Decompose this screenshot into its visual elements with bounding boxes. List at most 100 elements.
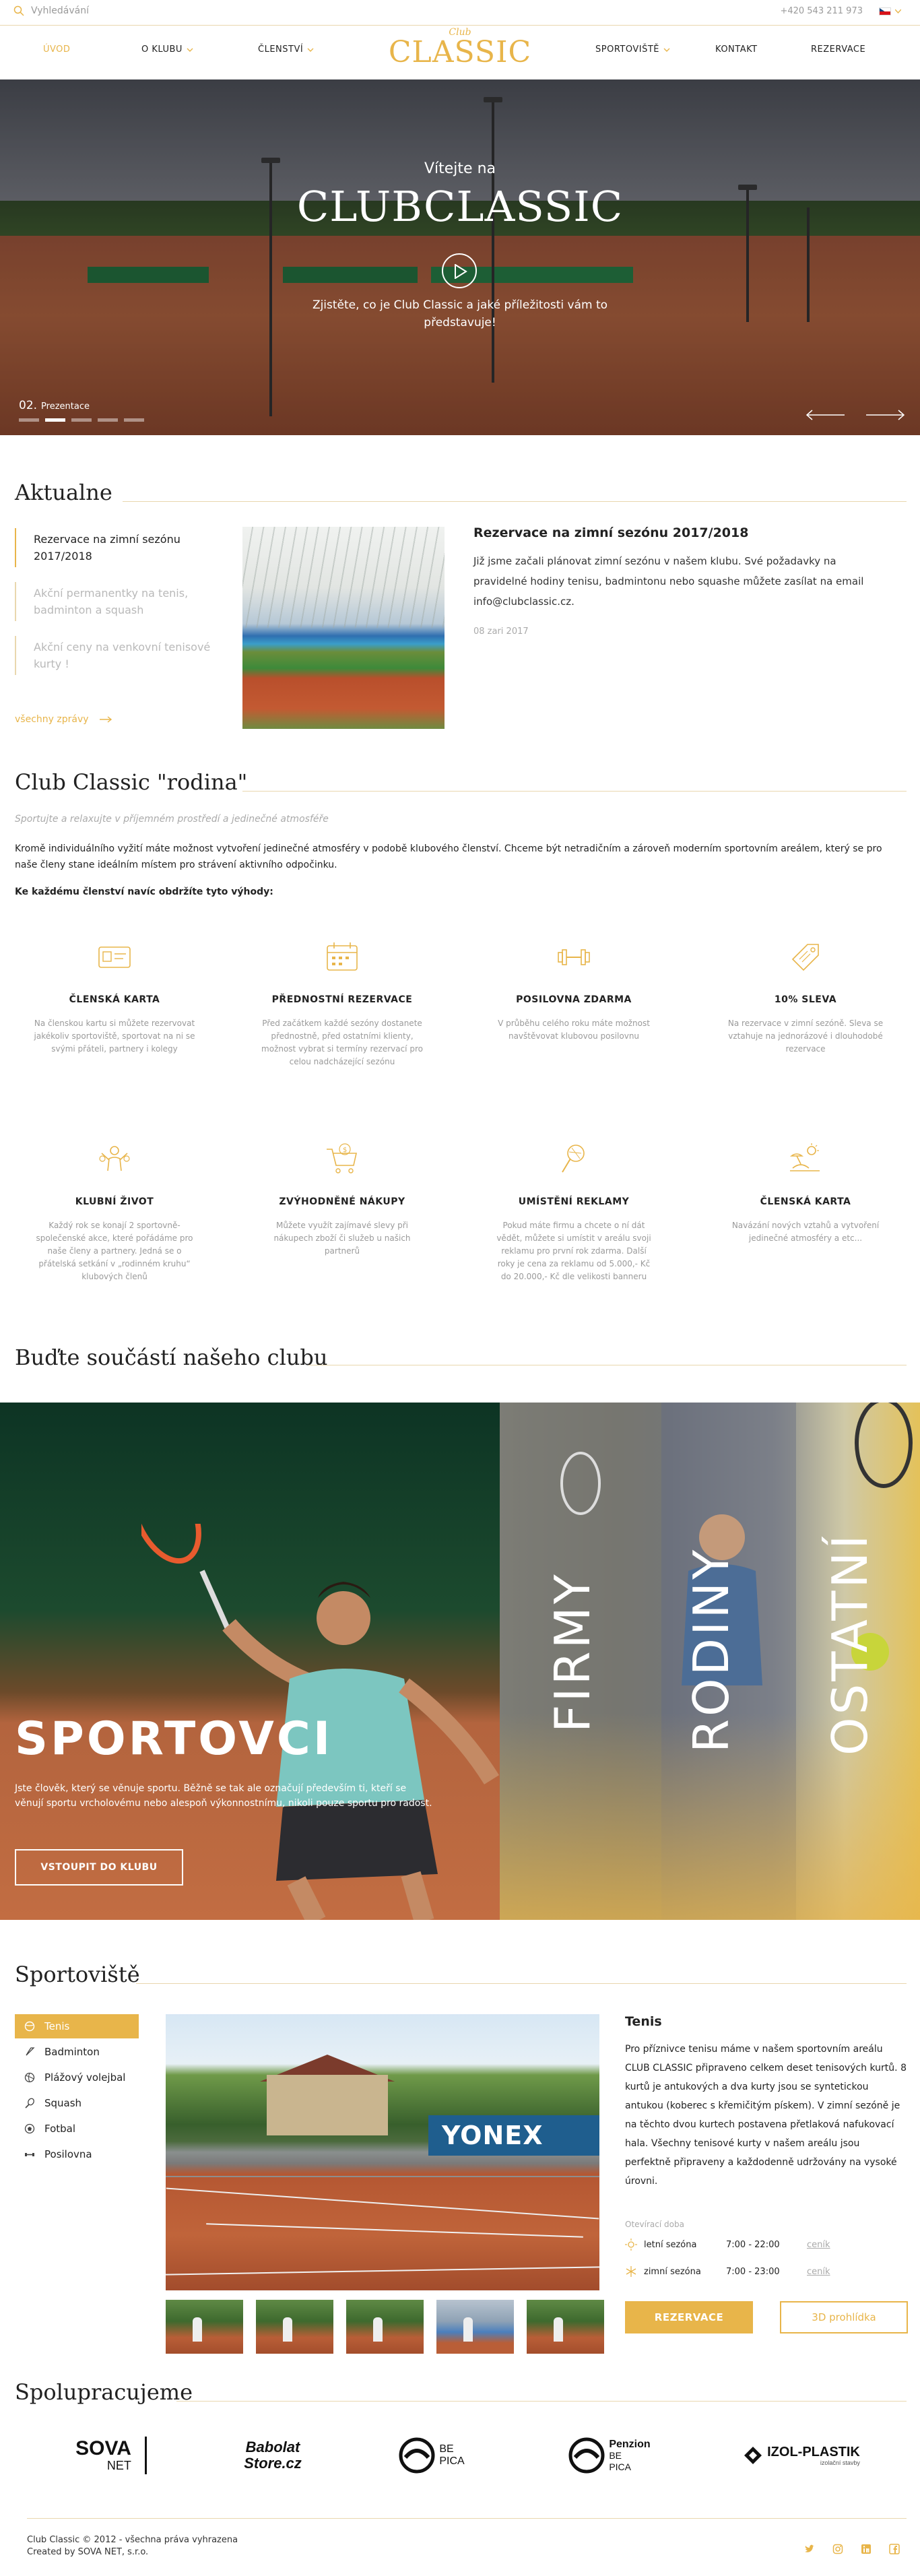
search-icon[interactable] (13, 5, 24, 16)
join-sportovci-panel[interactable]: SPORTOVCI Jste člověk, který se věnuje s… (0, 1403, 500, 1920)
instagram-icon[interactable] (832, 2544, 843, 2554)
slide-indicator[interactable] (71, 418, 92, 422)
chevron-down-icon (187, 48, 193, 52)
bepica-emblem-icon (399, 2437, 435, 2474)
relax-icon (789, 1143, 820, 1171)
venue-item-badminton[interactable]: Badminton (15, 2040, 139, 2064)
reservation-button[interactable]: REZERVACE (625, 2301, 753, 2333)
search-box[interactable]: Vyhledávání (13, 5, 89, 16)
news-item[interactable]: Rezervace na zimní sezónu 2017/2018 (15, 528, 217, 567)
sportovci-label: SPORTOVCI (15, 1712, 333, 1766)
price-list-link[interactable]: ceník (807, 2267, 830, 2277)
venue-thumbnail[interactable] (346, 2300, 424, 2354)
all-news-link[interactable]: všechny zprávy (15, 714, 112, 725)
news-item[interactable]: Akční ceny na venkovní tenisové kurty ! (15, 636, 217, 675)
partner-logo-bepica[interactable]: BE PICA (381, 2432, 482, 2479)
megaphone-icon (562, 1145, 585, 1173)
language-selector[interactable] (879, 7, 901, 15)
chevron-down-icon (895, 9, 901, 13)
news-detail-title: Rezervace na zimní sezónu 2017/2018 (473, 525, 749, 540)
benefit-card: KLUBNÍ ŽIVOT Každý rok se konají 2 sporto… (34, 1141, 195, 1283)
footer-created-by[interactable]: Created by SOVA NET, s.r.o. (27, 2546, 238, 2558)
partner-logo-babolat[interactable]: Babolat Store.cz (222, 2432, 323, 2479)
partners-title: Spolupracujeme (15, 2379, 193, 2405)
snowflake-icon (626, 2266, 636, 2277)
footer: Club Classic © 2012 - všechna práva vyhr… (27, 2534, 238, 2558)
news-item[interactable]: Akční permanentky na tenis, badminton a … (15, 582, 217, 621)
venues-menu: Tenis Badminton Plážový volejbal Squash … (15, 2014, 139, 2168)
venue-detail-title: Tenis (625, 2014, 662, 2029)
facebook-icon[interactable] (889, 2544, 900, 2554)
search-input[interactable]: Vyhledávání (31, 5, 89, 16)
venue-item-posilovna[interactable]: Posilovna (15, 2142, 139, 2166)
divider (123, 501, 907, 502)
twitter-icon[interactable] (804, 2544, 815, 2554)
chevron-down-icon (663, 48, 670, 52)
chevron-down-icon (307, 48, 314, 52)
venue-thumbnail[interactable] (527, 2300, 604, 2354)
dumbbell-icon (558, 949, 590, 965)
benefit-card: PŘEDNOSTNÍ REZERVACE Před začátkem každé … (261, 939, 423, 1068)
season-row: zimní sezóna 7:00 - 23:00 ceník (625, 2265, 830, 2278)
partners-logos: SOVA NET Babolat Store.cz BE PICA Penzion… (0, 2432, 920, 2492)
play-video-button[interactable] (442, 253, 477, 288)
nav-kontakt[interactable]: KONTAKT (715, 44, 758, 55)
play-icon (455, 264, 467, 279)
partner-logo-izol-plastik[interactable]: IZOL-PLASTIK izolační stavby (734, 2432, 869, 2479)
badminton-icon (26, 2047, 35, 2056)
join-title: Buďte součástí našeho clubu (15, 1345, 328, 1370)
arrow-right-icon[interactable] (865, 408, 905, 422)
izol-plastik-emblem-icon (744, 2447, 762, 2464)
venue-thumbnail[interactable] (256, 2300, 333, 2354)
venue-item-plazovy-volejbal[interactable]: Plážový volejbal (15, 2065, 139, 2090)
venue-item-squash[interactable]: Squash (15, 2091, 139, 2115)
nav-rezervace[interactable]: REZERVACE (811, 44, 865, 55)
join-rodiny[interactable]: RODINY (683, 1547, 740, 1753)
phone-number[interactable]: +420 543 211 973 (780, 6, 863, 16)
social-links (804, 2544, 900, 2554)
virtual-tour-button[interactable]: 3D prohlídka (780, 2301, 908, 2333)
venue-item-tenis[interactable]: Tenis (15, 2014, 139, 2038)
bepica-emblem-icon (568, 2437, 605, 2474)
family-subtitle: Sportujte a relaxujte v příjemném prostř… (15, 814, 329, 825)
news-date: 08 zari 2017 (473, 626, 529, 637)
season-row: letní sezóna 7:00 - 22:00 ceník (625, 2239, 830, 2251)
join-others-panel: FIRMY RODINY OSTATNÍ (500, 1403, 920, 1920)
slide-indicator[interactable] (19, 418, 39, 422)
join-club-button[interactable]: VSTOUPIT DO KLUBU (15, 1849, 183, 1886)
venue-item-fotbal[interactable]: Fotbal (15, 2117, 139, 2141)
arrow-left-icon[interactable] (806, 408, 846, 422)
divider (242, 791, 907, 792)
news-image (242, 527, 445, 729)
club-classic-logo[interactable]: Club CLASSIC (369, 27, 551, 74)
news-detail-text: Již jsme začali plánovat zimní sezónu v … (473, 555, 864, 608)
member-card-icon (98, 946, 131, 968)
partner-logo-penzion-bepica[interactable]: Penzion BE PICA (552, 2432, 667, 2479)
linkedin-icon[interactable] (861, 2544, 872, 2554)
tennis-icon (24, 2021, 35, 2032)
nav-uvod[interactable]: ÚVOD (43, 44, 70, 55)
nav-clenstvi[interactable]: ČLENSTVÍ (258, 44, 314, 55)
join-ostatni[interactable]: OSTATNÍ (822, 1532, 878, 1756)
nav-sportoviste[interactable]: SPORTOVIŠTĚ (595, 44, 670, 55)
people-icon (99, 1146, 130, 1171)
hero-subtitle: Zjistěte, co je Club Classic a jaké příl… (312, 298, 608, 329)
divider (136, 1983, 907, 1984)
slide-indicator[interactable] (98, 418, 118, 422)
arrow-right-icon (99, 716, 112, 723)
footer-divider (27, 2518, 907, 2519)
partner-logo-sova-net[interactable]: SOVA NET (61, 2432, 162, 2479)
czech-flag-icon (879, 7, 891, 15)
slide-indicator[interactable] (45, 418, 65, 422)
benefit-card: $ ZVÝHODNĚNÉ NÁKUPY Můžete využít zajímav… (261, 1141, 423, 1258)
slide-indicator[interactable] (124, 418, 144, 422)
gym-icon (25, 2153, 34, 2156)
join-firmy[interactable]: FIRMY (544, 1572, 601, 1733)
page: Vyhledávání +420 543 211 973 ÚVOD O KLUB… (0, 0, 920, 2576)
nav-o-klubu[interactable]: O KLUBU (141, 44, 193, 55)
price-list-link[interactable]: ceník (807, 2240, 830, 2250)
family-benefits-intro: Ke každému členství navíc obdržíte tyto … (15, 887, 273, 897)
venue-thumbnail[interactable] (166, 2300, 243, 2354)
venue-thumbnail[interactable] (436, 2300, 514, 2354)
top-bar: Vyhledávání +420 543 211 973 (0, 0, 920, 26)
